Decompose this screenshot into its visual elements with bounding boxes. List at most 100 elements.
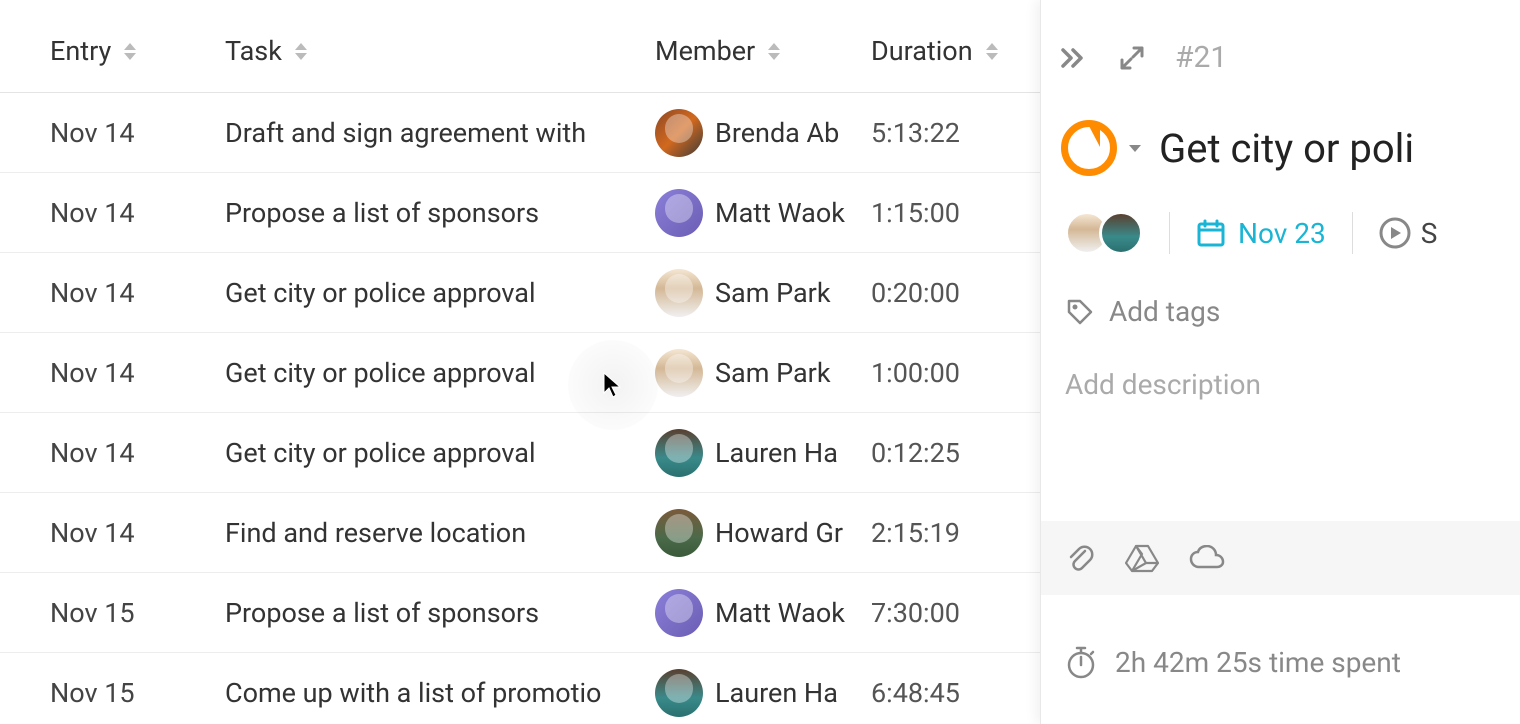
cell-task: Come up with a list of promotio: [225, 677, 655, 709]
member-avatar: [655, 429, 703, 477]
start-label: S: [1421, 217, 1438, 250]
divider: [1169, 212, 1170, 254]
header-duration[interactable]: Duration: [871, 35, 1040, 67]
due-date-chip[interactable]: Nov 23: [1196, 217, 1326, 250]
description-input[interactable]: Add description: [1041, 328, 1520, 401]
cell-member: Matt Waok: [655, 589, 871, 637]
cell-entry: Nov 14: [50, 437, 225, 469]
cell-duration: 0:20:00: [871, 277, 1040, 309]
header-member-label: Member: [655, 35, 755, 67]
task-detail-panel: #21 Get city or poli Nov 23 S: [1040, 0, 1520, 724]
cell-task: Find and reserve location: [225, 517, 655, 549]
table-row[interactable]: Nov 14 Find and reserve location Howard …: [0, 493, 1040, 573]
expand-panel-button[interactable]: [1119, 45, 1145, 71]
status-dropdown-caret-icon[interactable]: [1129, 145, 1141, 152]
cell-duration: 6:48:45: [871, 677, 1040, 709]
header-task-label: Task: [225, 35, 282, 67]
attach-file-button[interactable]: [1065, 543, 1095, 573]
task-title-row: Get city or poli: [1041, 75, 1520, 176]
status-indicator-icon[interactable]: [1061, 120, 1117, 176]
cell-member: Sam Park: [655, 349, 871, 397]
cell-task: Get city or police approval: [225, 277, 655, 309]
cloud-button[interactable]: [1189, 545, 1225, 571]
cell-member: Lauren Ha: [655, 669, 871, 717]
table-header-row: Entry Task Member Duration: [0, 0, 1040, 93]
paperclip-icon: [1065, 543, 1095, 573]
header-entry-label: Entry: [50, 35, 111, 67]
cell-duration: 1:15:00: [871, 197, 1040, 229]
sort-icon: [983, 39, 1001, 63]
add-tags-button[interactable]: Add tags: [1041, 255, 1520, 328]
cell-member: Lauren Ha: [655, 429, 871, 477]
cell-duration: 1:00:00: [871, 357, 1040, 389]
sort-icon: [292, 39, 310, 63]
member-name: Lauren Ha: [715, 437, 838, 469]
header-entry[interactable]: Entry: [50, 35, 225, 67]
cell-member: Howard Gr: [655, 509, 871, 557]
cell-duration: 2:15:19: [871, 517, 1040, 549]
cloud-icon: [1189, 545, 1225, 571]
task-title[interactable]: Get city or poli: [1159, 125, 1414, 172]
table-row[interactable]: Nov 14 Propose a list of sponsors Matt W…: [0, 173, 1040, 253]
member-name: Sam Park: [715, 277, 831, 309]
cell-task: Propose a list of sponsors: [225, 597, 655, 629]
panel-toolbar: #21: [1041, 40, 1520, 75]
google-drive-button[interactable]: [1125, 543, 1159, 573]
cell-entry: Nov 15: [50, 677, 225, 709]
expand-icon: [1119, 45, 1145, 71]
member-name: Brenda Ab: [715, 117, 839, 149]
attachment-toolbar: [1041, 521, 1520, 595]
tag-icon: [1065, 297, 1095, 327]
member-name: Sam Park: [715, 357, 831, 389]
cell-task: Get city or police approval: [225, 357, 655, 389]
collapse-panel-button[interactable]: [1061, 46, 1089, 70]
member-avatar: [655, 669, 703, 717]
google-drive-icon: [1125, 543, 1159, 573]
table-row[interactable]: Nov 14 Draft and sign agreement with Bre…: [0, 93, 1040, 173]
description-placeholder: Add description: [1065, 368, 1261, 401]
start-timer-button[interactable]: S: [1379, 217, 1438, 250]
member-name: Matt Waok: [715, 197, 845, 229]
table-row[interactable]: Nov 15 Propose a list of sponsors Matt W…: [0, 573, 1040, 653]
table-row[interactable]: Nov 14 Get city or police approval Sam P…: [0, 253, 1040, 333]
time-entries-table: Entry Task Member Duration Nov 14 Draft …: [0, 0, 1040, 724]
member-name: Howard Gr: [715, 517, 843, 549]
cell-member: Sam Park: [655, 269, 871, 317]
cell-entry: Nov 14: [50, 277, 225, 309]
cell-duration: 5:13:22: [871, 117, 1040, 149]
assignees-group[interactable]: [1065, 211, 1143, 255]
cell-entry: Nov 14: [50, 517, 225, 549]
header-duration-label: Duration: [871, 35, 973, 67]
cell-task: Draft and sign agreement with: [225, 117, 655, 149]
cell-entry: Nov 14: [50, 197, 225, 229]
cell-duration: 7:30:00: [871, 597, 1040, 629]
task-meta-row: Nov 23 S: [1041, 176, 1520, 255]
cell-duration: 0:12:25: [871, 437, 1040, 469]
cell-entry: Nov 14: [50, 357, 225, 389]
task-id: #21: [1175, 40, 1227, 75]
member-name: Matt Waok: [715, 597, 845, 629]
member-name: Lauren Ha: [715, 677, 838, 709]
time-spent-label: 2h 42m 25s time spent: [1115, 646, 1401, 679]
member-avatar: [655, 589, 703, 637]
cell-member: Brenda Ab: [655, 109, 871, 157]
table-row[interactable]: Nov 14 Get city or police approval Sam P…: [0, 333, 1040, 413]
assignee-avatar: [1099, 211, 1143, 255]
table-row[interactable]: Nov 14 Get city or police approval Laure…: [0, 413, 1040, 493]
sort-icon: [765, 39, 783, 63]
header-task[interactable]: Task: [225, 35, 655, 67]
time-spent-row: 2h 42m 25s time spent: [1041, 595, 1520, 679]
member-avatar: [655, 189, 703, 237]
cell-entry: Nov 14: [50, 117, 225, 149]
cell-task: Propose a list of sponsors: [225, 197, 655, 229]
cell-member: Matt Waok: [655, 189, 871, 237]
member-avatar: [655, 349, 703, 397]
table-row[interactable]: Nov 15 Come up with a list of promotio L…: [0, 653, 1040, 724]
member-avatar: [655, 509, 703, 557]
divider: [1352, 212, 1353, 254]
chevron-double-right-icon: [1061, 46, 1089, 70]
header-member[interactable]: Member: [655, 35, 871, 67]
cell-task: Get city or police approval: [225, 437, 655, 469]
sort-icon: [121, 39, 139, 63]
due-date-label: Nov 23: [1238, 217, 1326, 250]
